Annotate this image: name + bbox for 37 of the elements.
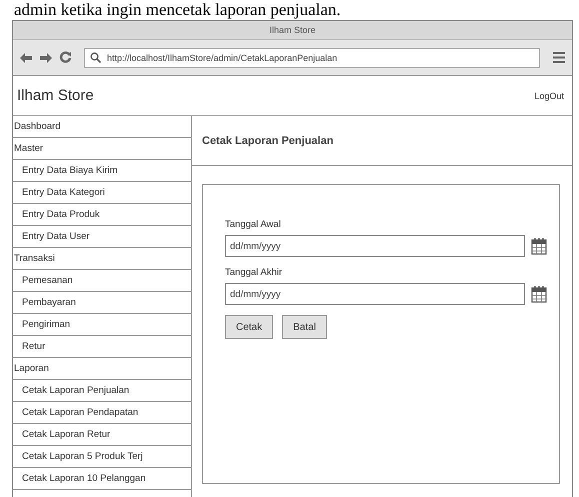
date-field[interactable]: dd/mm/yyyy xyxy=(225,283,525,305)
sidebar-subitem[interactable]: Entry Data User xyxy=(13,226,191,248)
reload-icon[interactable] xyxy=(59,51,72,64)
sidebar-item[interactable]: Transaksi xyxy=(13,248,191,270)
url-text: http://localhost/IlhamStore/admin/CetakLaporanPenjualan xyxy=(107,52,338,62)
sidebar-subitem[interactable]: Cetak Laporan Pendapatan xyxy=(13,402,191,424)
form-button[interactable]: Batal xyxy=(282,315,327,339)
menu-icon[interactable] xyxy=(552,51,566,64)
field-label: Tanggal Awal xyxy=(225,219,282,230)
sidebar-subitem[interactable]: Pemesanan xyxy=(13,270,191,292)
sidebar-subitem[interactable]: Entry Data Biaya Kirim xyxy=(13,160,191,182)
form-button[interactable]: Cetak xyxy=(225,315,274,339)
sidebar-subitem[interactable]: Cetak Laporan 5 Produk Terj xyxy=(13,446,191,468)
app-brand: Ilham Store xyxy=(17,87,94,104)
sidebar-subitem[interactable]: Retur xyxy=(13,336,191,358)
sidebar-subitem[interactable]: Pengiriman xyxy=(13,314,191,336)
sidebar-subitem[interactable]: Cetak Laporan Retur xyxy=(13,424,191,446)
sidebar-subitem[interactable]: Pembayaran xyxy=(13,292,191,314)
address-bar[interactable]: http://localhost/IlhamStore/admin/CetakLaporanPenjualan xyxy=(84,48,540,68)
calendar-icon[interactable] xyxy=(531,237,547,255)
sidebar-item[interactable]: Master xyxy=(13,138,191,160)
sidebar-subitem[interactable]: Entry Data Produk xyxy=(13,204,191,226)
field-label: Tanggal Akhir xyxy=(225,267,284,278)
sidebar-subitem[interactable]: Cetak Laporan 10 Pelanggan xyxy=(13,468,191,490)
sidebar-subitem[interactable]: Cetak Laporan Penjualan xyxy=(13,380,191,402)
page-heading: Cetak Laporan Penjualan xyxy=(192,116,572,166)
calendar-icon[interactable] xyxy=(531,285,547,303)
sidebar-subitem[interactable]: Entry Data Kategori xyxy=(13,182,191,204)
sidebar-item[interactable]: Dashboard xyxy=(13,116,191,138)
sidebar-item[interactable]: Laporan xyxy=(13,358,191,380)
back-icon[interactable] xyxy=(19,52,33,64)
search-icon xyxy=(90,52,101,63)
date-field[interactable]: dd/mm/yyyy xyxy=(225,235,525,257)
forward-icon[interactable] xyxy=(39,52,53,64)
window-title: Ilham Store xyxy=(269,25,316,35)
logout-link[interactable]: LogOut xyxy=(534,90,564,100)
document-text: admin ketika ingin mencetak laporan penjualan. xyxy=(13,0,342,20)
